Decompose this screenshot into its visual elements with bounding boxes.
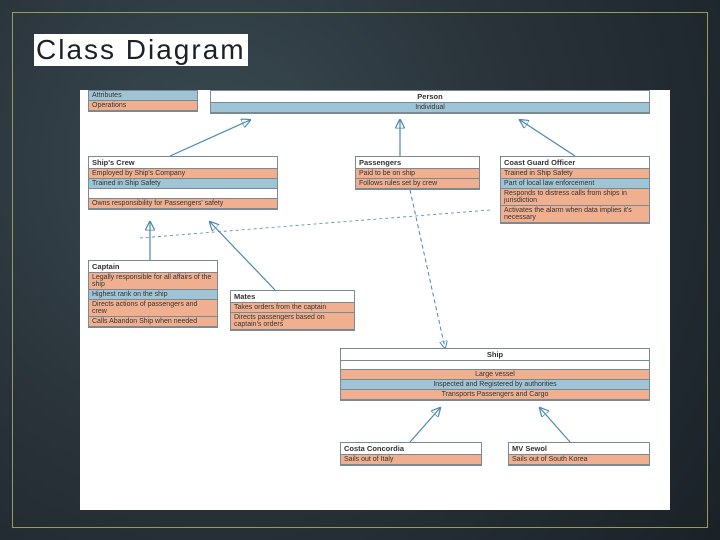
cgo-responds: Responds to distress calls from ships in… xyxy=(501,189,649,206)
class-key: Attributes Operations xyxy=(88,90,198,112)
costa-header: Costa Concordia xyxy=(341,443,481,455)
crew-owns: Owns responsibility for Passengers' safe… xyxy=(89,199,277,209)
class-person: Person Individual xyxy=(210,90,650,114)
crew-header: Ship's Crew xyxy=(89,157,277,169)
crew-spacer xyxy=(89,189,277,199)
class-captain: Captain Legally responsible for all affa… xyxy=(88,260,218,328)
ship-transports: Transports Passengers and Cargo xyxy=(341,390,649,400)
passengers-header: Passengers xyxy=(356,157,479,169)
captain-legal: Legally responsible for all affairs of t… xyxy=(89,273,217,290)
crew-employed: Employed by Ship's Company xyxy=(89,169,277,179)
captain-rank: Highest rank on the ship xyxy=(89,290,217,300)
class-ship: Ship Large vessel Inspected and Register… xyxy=(340,348,650,401)
mates-header: Mates xyxy=(231,291,354,303)
cgo-trained: Trained in Ship Safety xyxy=(501,169,649,179)
class-mates: Mates Takes orders from the captain Dire… xyxy=(230,290,355,331)
captain-directs: Directs actions of passengers and crew xyxy=(89,300,217,317)
cgo-activates: Activates the alarm when data implies it… xyxy=(501,206,649,223)
class-ships-crew: Ship's Crew Employed by Ship's Company T… xyxy=(88,156,278,210)
captain-header: Captain xyxy=(89,261,217,273)
passengers-follows: Follows rules set by crew xyxy=(356,179,479,189)
slide-title: Class Diagram xyxy=(34,34,248,66)
cgo-header: Coast Guard Officer xyxy=(501,157,649,169)
person-header: Person xyxy=(211,91,649,103)
sewol-sails: Sails out of South Korea xyxy=(509,455,649,465)
ship-header: Ship xyxy=(341,349,649,361)
class-coast-guard-officer: Coast Guard Officer Trained in Ship Safe… xyxy=(500,156,650,224)
ship-spacer xyxy=(341,361,649,370)
costa-sails: Sails out of Italy xyxy=(341,455,481,465)
sewol-header: MV Sewol xyxy=(509,443,649,455)
person-attr: Individual xyxy=(211,103,649,113)
ship-inspected: Inspected and Registered by authorities xyxy=(341,380,649,390)
crew-trained: Trained in Ship Safety xyxy=(89,179,277,189)
class-mv-sewol: MV Sewol Sails out of South Korea xyxy=(508,442,650,466)
key-attributes: Attributes xyxy=(89,91,197,101)
class-costa-concordia: Costa Concordia Sails out of Italy xyxy=(340,442,482,466)
ship-large: Large vessel xyxy=(341,370,649,380)
class-passengers: Passengers Paid to be on ship Follows ru… xyxy=(355,156,480,190)
passengers-paid: Paid to be on ship xyxy=(356,169,479,179)
mates-takes: Takes orders from the captain xyxy=(231,303,354,313)
class-diagram: Attributes Operations Person Individual … xyxy=(80,90,670,510)
cgo-part: Part of local law enforcement xyxy=(501,179,649,189)
mates-directs: Directs passengers based on captain's or… xyxy=(231,313,354,330)
key-operations: Operations xyxy=(89,101,197,111)
captain-calls: Calls Abandon Ship when needed xyxy=(89,317,217,327)
